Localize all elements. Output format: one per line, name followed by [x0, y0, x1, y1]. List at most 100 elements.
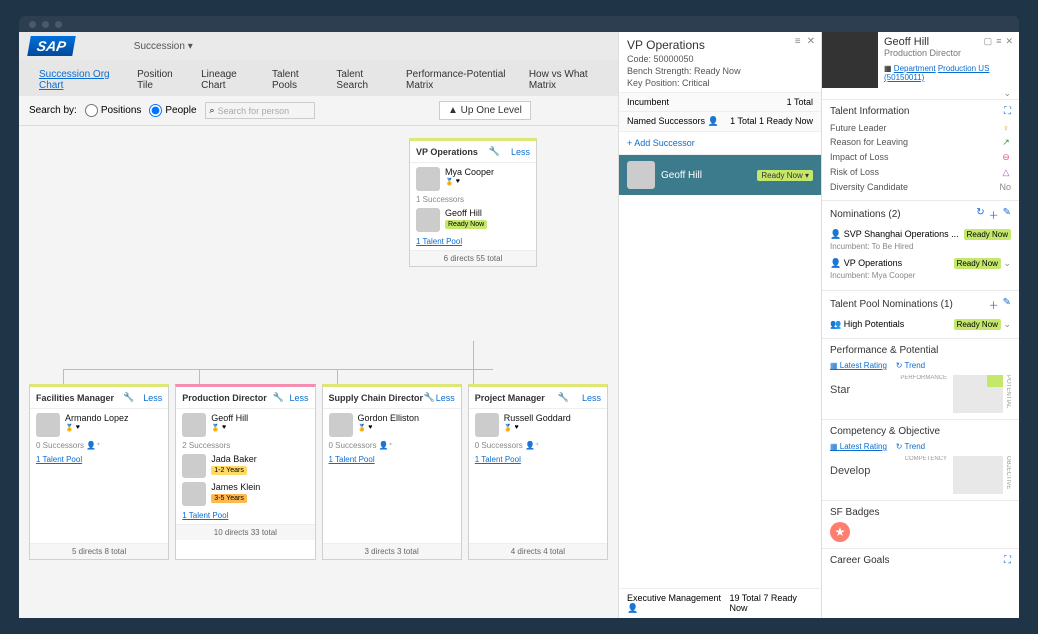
tab-succession-org-chart[interactable]: Succession Org Chart — [29, 64, 125, 96]
trend-link[interactable]: ↻ Trend — [896, 442, 925, 451]
close-icon[interactable]: ✕ — [1005, 36, 1013, 47]
sap-logo: SAP — [27, 36, 75, 56]
less-link[interactable]: Less — [436, 393, 455, 403]
card-project-manager[interactable]: Project Manager🔧Less Russell Goddard🏅♥ 0… — [468, 384, 608, 560]
search-input[interactable]: ⌕Search for person — [205, 102, 315, 119]
section-badges: SF Badges — [830, 507, 879, 518]
card-production-director[interactable]: Production Director🔧Less Geoff Hill🏅♥ 2 … — [175, 384, 315, 560]
breadcrumb[interactable]: Succession ▾ — [134, 41, 193, 52]
incumbent-name: Gordon Elliston — [358, 413, 420, 423]
history-icon[interactable]: ↻ — [976, 207, 984, 222]
section-career-goals: Career Goals — [830, 555, 889, 566]
add-icon[interactable]: ＋ — [989, 297, 999, 312]
section-comp-obj: Competency & Objective — [830, 426, 940, 437]
arrow-up-icon: ↗ — [1001, 137, 1011, 148]
person-icon: 👤 — [830, 229, 841, 239]
card-facilities-manager[interactable]: Facilities Manager🔧Less Armando Lopez🏅♥ … — [29, 384, 169, 560]
add-successor-icon[interactable]: 👤⁺ — [525, 441, 539, 450]
readiness-dropdown[interactable]: Ready Now ▾ — [757, 170, 813, 181]
window-icon[interactable]: ▢ — [984, 36, 993, 47]
add-successor-icon[interactable]: 👤⁺ — [379, 441, 393, 450]
tab-lineage-chart[interactable]: Lineage Chart — [191, 64, 260, 96]
readiness-chip: 1-2 Years — [211, 466, 247, 475]
trend-link[interactable]: ↻ Trend — [896, 361, 925, 370]
avatar — [36, 413, 60, 437]
org-chart: VP Operations🔧Less Mya Cooper🏅♥ 1 Succes… — [19, 126, 618, 618]
wrench-icon[interactable]: 🔧 — [424, 392, 435, 403]
radio-positions-label: Positions — [101, 105, 142, 116]
talent-pool-link[interactable]: 1 Talent Pool — [329, 455, 375, 464]
competency-grid — [953, 456, 1003, 494]
edit-icon[interactable]: ✎ — [1003, 207, 1011, 222]
card-footer: 3 directs 3 total — [323, 543, 461, 559]
less-link[interactable]: Less — [289, 393, 308, 403]
selected-successor[interactable]: Geoff Hill Ready Now ▾ — [619, 155, 821, 195]
add-icon[interactable]: ＋ — [989, 207, 999, 222]
position-code: Code: 50000050 — [627, 54, 813, 64]
department-link[interactable]: Department — [894, 64, 936, 73]
less-link[interactable]: Less — [511, 147, 530, 157]
successor-name: James Klein — [211, 482, 260, 492]
wrench-icon[interactable]: 🔧 — [273, 392, 284, 403]
edit-icon[interactable]: ✎ — [1003, 297, 1011, 312]
nomination-1: SVP Shanghai Operations ... — [844, 229, 959, 239]
talent-pool-link[interactable]: 1 Talent Pool — [182, 511, 228, 520]
nomination-2-incumbent: Incumbent: Mya Cooper — [830, 271, 1011, 280]
talent-pool-link[interactable]: 1 Talent Pool — [416, 237, 462, 246]
wrench-icon[interactable]: 🔧 — [123, 392, 134, 403]
avatar — [329, 413, 353, 437]
wrench-icon[interactable]: 🔧 — [489, 146, 500, 157]
less-link[interactable]: Less — [143, 393, 162, 403]
exec-mgmt-total: 19 Total 7 Ready Now — [729, 593, 813, 614]
latest-rating-link[interactable]: ▦ Latest Rating — [830, 442, 887, 451]
person-icon: 👤 — [708, 116, 719, 126]
ti-diversity: Diversity Candidate — [830, 182, 908, 192]
tab-position-tile[interactable]: Position Tile — [127, 64, 189, 96]
talent-pool-link[interactable]: 1 Talent Pool — [475, 455, 521, 464]
chevron-down-icon[interactable]: ⌄ — [822, 88, 1019, 99]
badge-icons: 🏅♥ — [358, 424, 420, 432]
add-successor-button[interactable]: + Add Successor — [619, 131, 821, 155]
chevron-down-icon[interactable]: ⌄ — [1003, 319, 1011, 329]
tab-how-vs-what-matrix[interactable]: How vs What Matrix — [519, 64, 608, 96]
tab-perf-potential-matrix[interactable]: Performance-Potential Matrix — [396, 64, 517, 96]
card-supply-chain-director[interactable]: Supply Chain Director🔧Less Gordon Ellist… — [322, 384, 462, 560]
card-vp-operations[interactable]: VP Operations🔧Less Mya Cooper🏅♥ 1 Succes… — [409, 138, 537, 267]
latest-rating-link[interactable]: ▦ Latest Rating — [830, 361, 887, 370]
menu-icon[interactable]: ≡ — [795, 36, 801, 47]
radio-people[interactable] — [149, 104, 162, 117]
avatar — [416, 208, 440, 232]
successors-count: 0 Successors — [329, 441, 377, 450]
minus-circle-icon: ⊖ — [1001, 152, 1011, 163]
chevron-down-icon[interactable]: ⌄ — [1003, 258, 1011, 268]
radio-positions[interactable] — [85, 104, 98, 117]
close-icon[interactable]: ✕ — [807, 36, 815, 47]
avatar — [182, 413, 206, 437]
successors-count: 0 Successors — [475, 441, 523, 450]
add-successor-icon[interactable]: 👤⁺ — [86, 441, 100, 450]
incumbent-label: Incumbent — [627, 97, 669, 107]
performance-grid — [953, 375, 1003, 413]
less-link[interactable]: Less — [582, 393, 601, 403]
menu-icon[interactable]: ≡ — [996, 36, 1001, 47]
key-position: Key Position: Critical — [627, 78, 813, 88]
wrench-icon[interactable]: 🔧 — [558, 392, 569, 403]
successors-count: 1 Successors — [416, 195, 530, 204]
expand-icon[interactable]: ⛶ — [1004, 106, 1011, 117]
successor-name: Jada Baker — [211, 454, 257, 464]
tab-talent-pools[interactable]: Talent Pools — [262, 64, 324, 96]
expand-icon[interactable]: ⛶ — [1004, 555, 1011, 566]
tabs: Succession Org Chart Position Tile Linea… — [19, 60, 618, 96]
org-icon: ▦ — [884, 64, 892, 73]
badge-icons: 🏅♥ — [504, 424, 571, 432]
talent-pool-link[interactable]: 1 Talent Pool — [36, 455, 82, 464]
up-one-level-button[interactable]: ▲ Up One Level — [439, 101, 531, 120]
avatar — [822, 32, 878, 88]
ti-diversity-value: No — [999, 182, 1011, 192]
section-perf-potential: Performance & Potential — [830, 345, 938, 356]
incumbent-name: Geoff Hill — [211, 413, 248, 423]
tab-talent-search[interactable]: Talent Search — [326, 64, 394, 96]
radio-people-label: People — [165, 105, 196, 116]
search-icon: ⌕ — [210, 105, 215, 116]
avatar — [416, 167, 440, 191]
